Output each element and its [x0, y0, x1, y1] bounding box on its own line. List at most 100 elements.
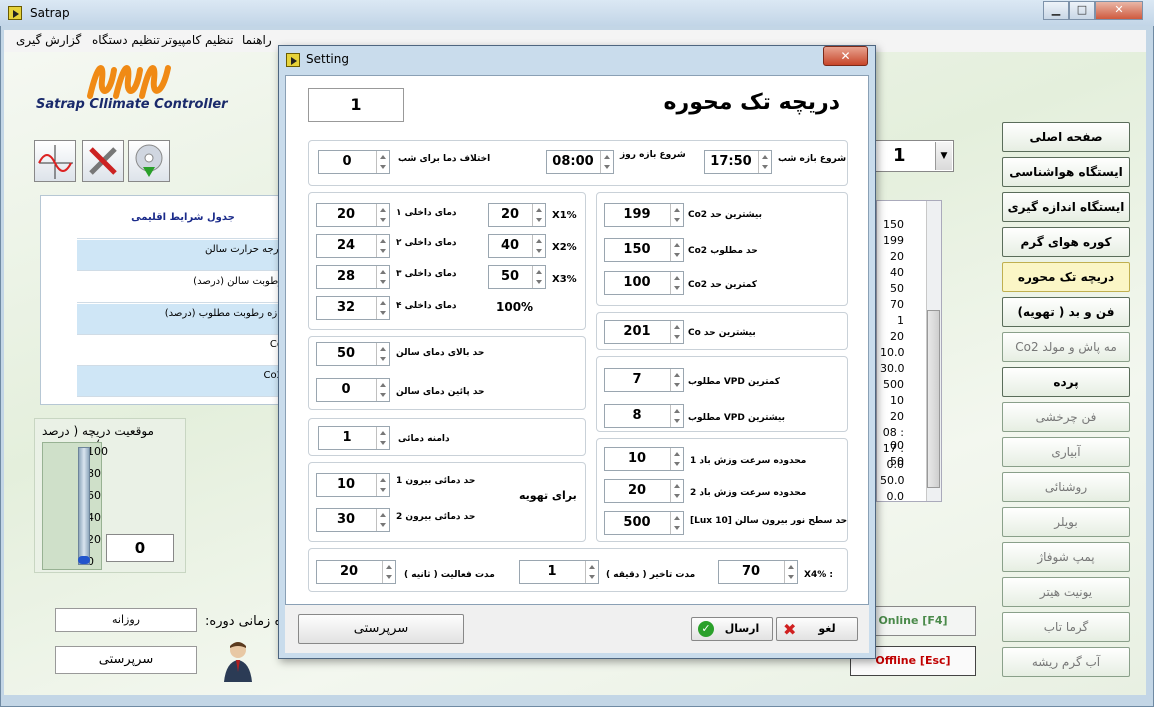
field-label: اختلاف دما برای شب: [398, 154, 491, 164]
nav-button[interactable]: روشنائی: [1002, 472, 1130, 502]
spinner-icon[interactable]: [585, 561, 598, 583]
minimize-button[interactable]: ▁: [1043, 1, 1069, 20]
spinner-icon[interactable]: [376, 379, 389, 401]
climate-table: جدول شرایط اقلیمی درجه حرارت سالن رطوبت …: [40, 195, 290, 405]
spinner-icon[interactable]: [670, 512, 683, 534]
supervisor-button[interactable]: سرپرستی: [55, 646, 197, 674]
field-label: دمای داخلی ۲: [396, 238, 457, 248]
field-label: X2%: [552, 242, 577, 253]
nav-button[interactable]: آبیاری: [1002, 437, 1130, 467]
spinner-icon[interactable]: [600, 151, 613, 173]
spinner-icon[interactable]: [376, 235, 389, 257]
hundred-percent-label: 100%: [496, 300, 534, 314]
list-value: 199: [883, 234, 904, 247]
list-value: 20: [890, 410, 904, 423]
list-value: 10.0: [880, 346, 905, 359]
nav-button[interactable]: فن چرخشی: [1002, 402, 1130, 432]
field-label: کمترین حد Co2: [688, 280, 758, 290]
menu-computer-settings[interactable]: تنظیم کامپیوتر: [162, 33, 233, 47]
spinner-icon[interactable]: [670, 239, 683, 261]
spinner-icon[interactable]: [670, 321, 683, 343]
period-label: ه زمانی دوره:: [205, 614, 282, 629]
chart-icon[interactable]: [34, 140, 76, 182]
spinner-icon[interactable]: [758, 151, 771, 173]
field-label: X1%: [552, 210, 577, 221]
field-label: حد پائین دمای سالن: [396, 387, 485, 397]
spinner-icon[interactable]: [376, 474, 389, 496]
table-row: Co: [77, 335, 289, 366]
table-header: جدول شرایط اقلیمی: [77, 208, 289, 239]
nav-button[interactable]: کوره هوای گرم: [1002, 227, 1130, 257]
spinner-icon[interactable]: [376, 509, 389, 531]
spinner-icon[interactable]: [376, 343, 389, 365]
maximize-button[interactable]: □: [1069, 1, 1095, 20]
menu-device-settings[interactable]: تنظیم دستگاه: [92, 33, 160, 47]
field-label: محدوده سرعت وزش باد 2: [690, 488, 807, 498]
spinner-icon[interactable]: [532, 235, 545, 257]
table-row: رطوبت سالن (درصد): [77, 272, 289, 303]
cancel-button[interactable]: ✖ لغو: [776, 617, 858, 641]
logo-text: Satrap Cllimate Controller: [36, 97, 228, 112]
list-value: 0.0: [886, 490, 905, 503]
spinner-icon[interactable]: [670, 369, 683, 391]
nav-button[interactable]: پرده: [1002, 367, 1130, 397]
list-value: 150: [883, 218, 904, 231]
cross-icon: ✖: [783, 620, 797, 639]
field-label: محدوده سرعت وزش باد 1: [690, 456, 807, 466]
list-value: 10: [890, 394, 904, 407]
nav-button[interactable]: پمپ شوفاژ: [1002, 542, 1130, 572]
field-label: : X4%: [804, 570, 833, 580]
spinner-icon[interactable]: [532, 204, 545, 226]
list-scroll-thumb[interactable]: [927, 310, 940, 488]
nav-button[interactable]: یونیت هیتر: [1002, 577, 1130, 607]
nav-button[interactable]: صفحه اصلی: [1002, 122, 1130, 152]
spinner-icon[interactable]: [784, 561, 797, 583]
cancel-label: لغو: [818, 622, 836, 635]
send-button[interactable]: ✓ ارسال: [691, 617, 773, 641]
spinner-icon[interactable]: [376, 151, 389, 173]
field-label: کمترین VPD مطلوب: [688, 377, 781, 387]
spinner-icon[interactable]: [532, 266, 545, 288]
gauge-track: [78, 447, 90, 565]
spinner-icon[interactable]: [670, 405, 683, 427]
nav-button[interactable]: ایستگاه اندازه گیری: [1002, 192, 1130, 222]
close-button[interactable]: ✕: [1095, 1, 1143, 20]
menu-help[interactable]: راهنما: [242, 33, 272, 47]
dialog-close-button[interactable]: ✕: [823, 46, 868, 66]
spinner-icon[interactable]: [376, 297, 389, 319]
dialog-title-bar: [278, 45, 876, 75]
spinner-icon[interactable]: [670, 204, 683, 226]
spinner-icon[interactable]: [376, 427, 389, 449]
field-label: مدت فعالیت ( ثانیه ): [404, 570, 495, 580]
nav-button[interactable]: دریچه تک محوره: [1002, 262, 1130, 292]
gauge-tick: 60: [87, 489, 101, 502]
spinner-icon[interactable]: [670, 448, 683, 470]
field-label: بیشترین VPD مطلوب: [688, 413, 785, 423]
menu-reports[interactable]: گزارش گیری: [16, 33, 81, 47]
list-value: 500: [883, 378, 904, 391]
tools-icon[interactable]: [82, 140, 124, 182]
nav-button[interactable]: بویلر: [1002, 507, 1130, 537]
spinner-icon[interactable]: [376, 266, 389, 288]
spinner-icon[interactable]: [670, 480, 683, 502]
spinner-icon[interactable]: [376, 204, 389, 226]
chevron-down-icon[interactable]: ▼: [935, 142, 952, 170]
field-label: دمای داخلی ۴: [396, 301, 457, 311]
period-select[interactable]: روزانه: [55, 608, 197, 632]
nav-button[interactable]: گرما تاب: [1002, 612, 1130, 642]
field-label: X3%: [552, 274, 577, 285]
spinner-icon[interactable]: [382, 561, 395, 583]
dialog-supervisor-button[interactable]: سرپرستی: [298, 614, 464, 644]
nav-button[interactable]: فن و بد ( تهویه): [1002, 297, 1130, 327]
nav-button[interactable]: ایستگاه هواشناسی: [1002, 157, 1130, 187]
field-label: دمای داخلی ۱: [396, 208, 457, 218]
nav-button[interactable]: آب گرم ریشه: [1002, 647, 1130, 677]
send-label: ارسال: [724, 622, 760, 635]
spinner-icon[interactable]: [670, 272, 683, 294]
table-row: درجه حرارت سالن: [77, 240, 289, 271]
table-row: Co2: [77, 366, 289, 397]
field-label: حد دمائی بیرون 1: [396, 476, 476, 486]
field-label: حد مطلوب Co2: [688, 246, 758, 256]
disk-download-icon[interactable]: [128, 140, 170, 182]
nav-button[interactable]: مه پاش و مولد Co2: [1002, 332, 1130, 362]
